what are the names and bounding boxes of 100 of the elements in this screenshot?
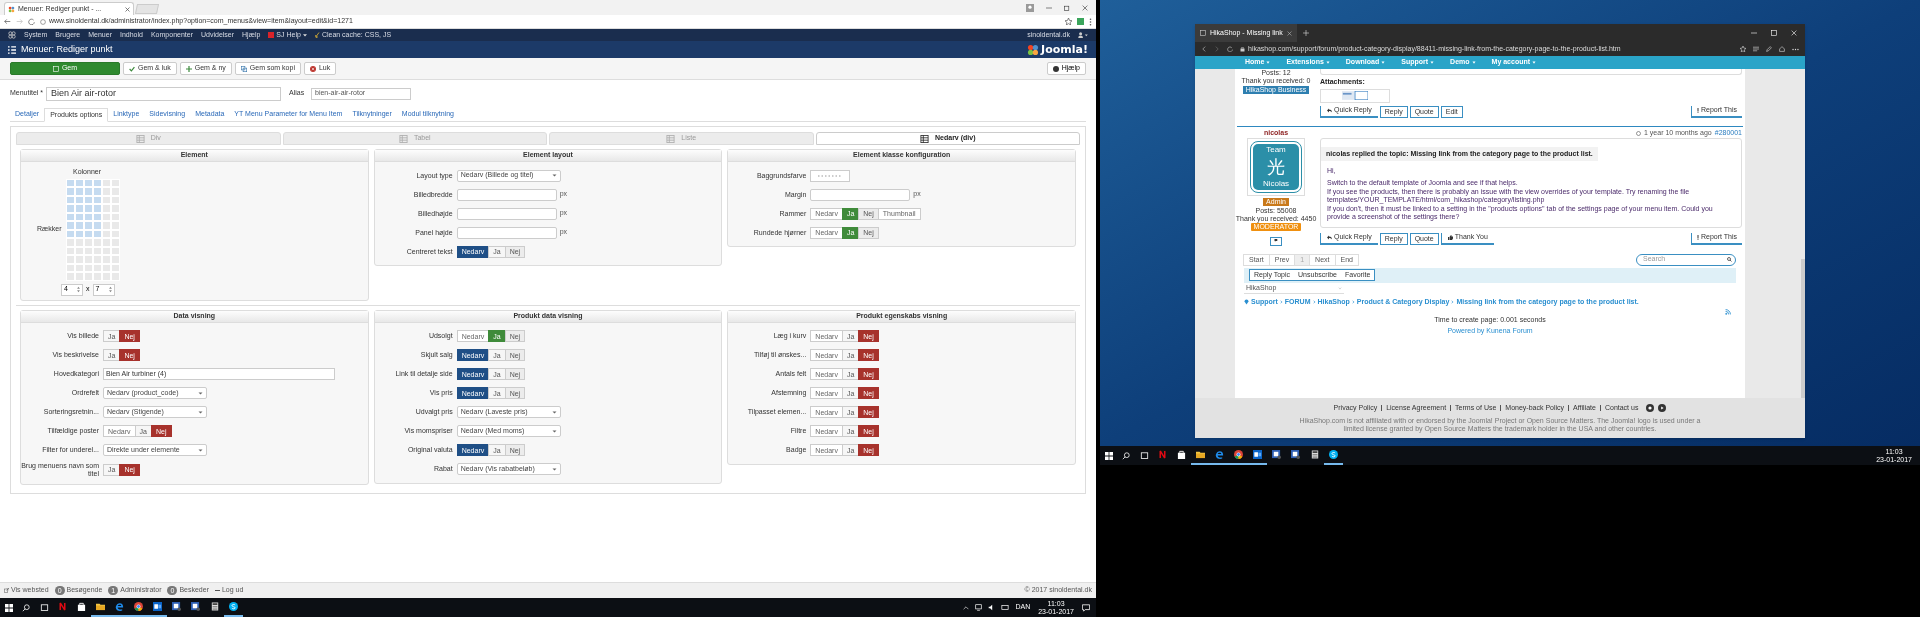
caret-icon [551,173,557,178]
grid-cell[interactable] [74,212,84,221]
chrome-icon [1234,450,1243,459]
grid-cell[interactable] [74,238,84,247]
close-icon [309,65,316,72]
layout-icon [398,134,408,143]
caret-icon [302,33,307,37]
menu-icon[interactable] [1089,17,1092,26]
grid-cell[interactable] [101,212,111,221]
app-icon [191,602,200,611]
clock-icon [1636,130,1641,136]
input-field[interactable] [456,207,557,220]
task-view-icon [39,603,49,612]
forward-icon[interactable] [16,18,23,25]
forward-icon[interactable] [1214,46,1220,52]
caret-icon [1471,61,1476,64]
grid-cell[interactable] [74,187,84,196]
grid-cell[interactable] [74,178,84,187]
grid-cell[interactable] [101,229,111,238]
grid-cell[interactable] [83,195,93,204]
grid-cell[interactable] [83,178,93,187]
grid-cell[interactable] [83,204,93,213]
share-icon[interactable] [1779,46,1785,52]
back-icon[interactable] [4,18,11,25]
grid-cell[interactable] [65,187,75,196]
search-icon [1727,257,1732,262]
extension-icon[interactable] [1077,18,1084,25]
grid-cell[interactable] [101,221,111,230]
grid-cell[interactable] [101,195,111,204]
close-icon[interactable] [1082,5,1088,11]
grid-cell[interactable] [74,221,84,230]
close-icon[interactable] [125,6,130,12]
skype-icon [1329,450,1338,459]
grid-cell[interactable] [83,212,93,221]
page-title: Menuer: Rediger punkt [21,42,113,56]
grid-cell[interactable] [83,229,93,238]
play-icon[interactable] [1658,404,1667,413]
grid-cell[interactable] [92,238,102,247]
input-field[interactable] [456,188,557,201]
grid-cell[interactable] [101,204,111,213]
calculator-icon [210,602,219,611]
pen-icon[interactable] [1766,46,1772,52]
grid-cell[interactable] [92,195,102,204]
keyboard-icon [1001,604,1010,611]
grid-cell[interactable] [74,229,84,238]
caret-icon [1325,61,1330,64]
alert-icon [1696,235,1699,240]
grid-cell[interactable] [101,178,111,187]
grid-cell[interactable] [83,221,93,230]
layout-icon [666,134,676,143]
grid-cell[interactable] [101,187,111,196]
chevron-right-icon [1279,299,1283,304]
app-icon [1272,450,1281,459]
calculator-icon [1310,450,1319,459]
input-field[interactable] [456,226,557,239]
grid-cell[interactable] [65,195,75,204]
grid-cell[interactable] [65,221,75,230]
grid-cell[interactable] [92,221,102,230]
broom-icon [314,32,320,38]
grid-cell[interactable] [74,195,84,204]
grid-cell[interactable] [65,178,75,187]
hub-icon[interactable] [1753,46,1759,52]
user-icon[interactable] [1078,32,1088,38]
plus-icon[interactable] [1302,30,1309,36]
message-button[interactable] [1270,236,1282,246]
minimize-icon[interactable] [1751,30,1757,36]
more-icon[interactable] [1792,47,1799,51]
grid-cell[interactable] [101,238,111,247]
map-pin-icon [1244,298,1249,305]
input-field[interactable] [810,188,911,201]
avatar-text: Nicolas [1262,179,1290,188]
minimize-icon[interactable] [1046,5,1052,11]
joomla-logo: Joomla! [1027,43,1088,56]
scrollbar[interactable] [1801,259,1805,398]
title-input[interactable]: Bien Air air-rotor [46,86,281,101]
grid-cell[interactable] [92,178,102,187]
grid-cell[interactable] [92,204,102,213]
attachment-thumbnail[interactable] [1320,88,1390,103]
grid-cell[interactable] [83,187,93,196]
grid-cell[interactable] [74,204,84,213]
grid-cell[interactable] [92,187,102,196]
grid-cell[interactable] [65,229,75,238]
caret-icon [198,447,203,453]
grid-cell[interactable] [65,238,75,247]
maximize-icon[interactable] [1771,30,1777,36]
inherit-icon [920,134,929,143]
restore-icon[interactable] [1064,5,1070,11]
reload-icon[interactable] [28,18,35,25]
user-icon [1026,4,1034,12]
chevron-right-icon [1312,299,1316,304]
grid-cell[interactable] [83,238,93,247]
color-picker[interactable] [810,169,851,182]
caret-icon [198,390,203,396]
grid-cell[interactable] [65,212,75,221]
star-icon[interactable] [1065,18,1072,25]
netflix-icon [58,602,67,611]
grid-cell[interactable] [92,229,102,238]
grid-cell[interactable] [65,204,75,213]
chevron-up-icon [963,604,970,611]
grid-cell[interactable] [92,212,102,221]
